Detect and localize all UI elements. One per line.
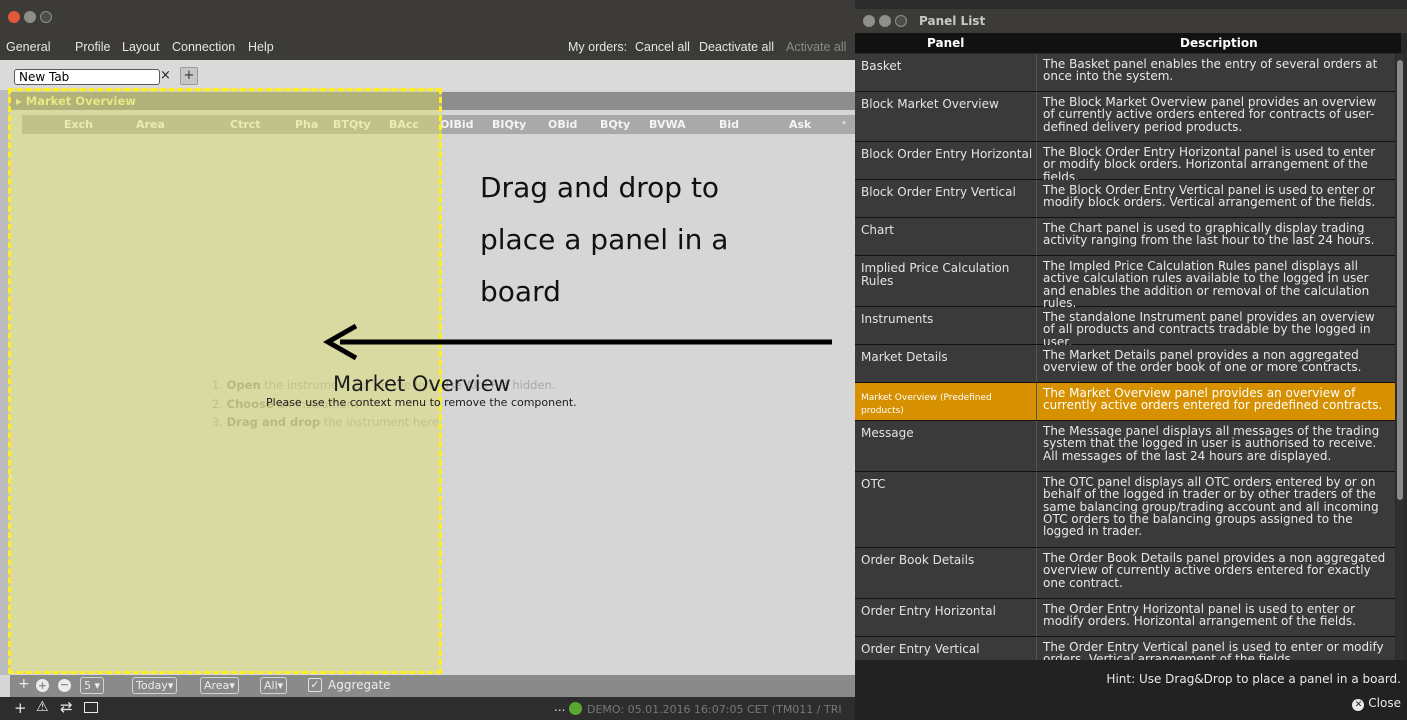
status-text: DEMO: 05.01.2016 16:07:05 CET (TM011 / T…: [587, 703, 842, 716]
cancel-all-button[interactable]: Cancel all: [635, 40, 690, 54]
table-row[interactable]: Order Entry Vertical The Order Entry Vert…: [855, 637, 1395, 660]
table-row[interactable]: Implied Price Calculation Rules The Imple…: [855, 256, 1395, 309]
panel-list-table: Basket The Basket panel enables the entry…: [855, 54, 1395, 660]
activate-all-button[interactable]: Activate all: [786, 40, 846, 54]
left-arrow-icon: [322, 323, 832, 361]
panel-list-titlebar: Panel List: [855, 9, 1407, 33]
table-row[interactable]: Chart The Chart panel is used to graphica…: [855, 218, 1395, 256]
table-row[interactable]: Market Details The Market Details panel p…: [855, 345, 1395, 383]
area-select[interactable]: Area▾: [200, 677, 239, 694]
table-row[interactable]: OTC The OTC panel displays all OTC orders…: [855, 472, 1395, 548]
transfer-icon[interactable]: ⇄: [60, 698, 73, 716]
status-ellipsis: ...: [554, 700, 566, 714]
column-panel[interactable]: Panel: [927, 36, 964, 50]
drag-drop-hint: Hint: Use Drag&Drop to place a panel in …: [1106, 672, 1401, 686]
menu-profile[interactable]: Profile: [75, 40, 110, 54]
drag-drop-annotation: Drag and drop to place a panel in a boar…: [480, 171, 729, 308]
desktop: General Profile Layout Connection Help M…: [0, 0, 1407, 720]
table-row[interactable]: Order Entry Horizontal The Order Entry Ho…: [855, 599, 1395, 637]
close-circle-icon: ✕: [1352, 699, 1365, 711]
table-row[interactable]: Basket The Basket panel enables the entry…: [855, 54, 1395, 92]
menu-help[interactable]: Help: [248, 40, 274, 54]
panel-list-footer: Hint: Use Drag&Drop to place a panel in …: [855, 660, 1407, 720]
table-row[interactable]: Message The Message panel displays all me…: [855, 421, 1395, 472]
panel-list-close-icon[interactable]: [863, 15, 875, 27]
table-row-selected[interactable]: Market Overview (Predefined products) The…: [855, 383, 1395, 421]
table-row[interactable]: Block Order Entry Horizontal The Block Or…: [855, 142, 1395, 183]
table-row[interactable]: Order Book Details The Order Book Details…: [855, 548, 1395, 599]
menu-connection[interactable]: Connection: [172, 40, 235, 54]
main-window: General Profile Layout Connection Help M…: [0, 0, 855, 720]
table-row[interactable]: Block Order Entry Vertical The Block Orde…: [855, 180, 1395, 218]
table-row[interactable]: Instruments The standalone Instrument pan…: [855, 307, 1395, 348]
status-bar: + ⚠ ⇄ ... DEMO: 05.01.2016 16:07:05 CET …: [0, 697, 855, 720]
panel-list-title: Panel List: [919, 14, 986, 28]
aggregate-label: Aggregate: [328, 678, 391, 692]
column-description[interactable]: Description: [1180, 36, 1258, 50]
column-config-icon[interactable]: ⁺: [841, 118, 847, 131]
close-button[interactable]: ✕ Close: [1352, 696, 1401, 711]
tab-name-input[interactable]: New Tab: [14, 69, 160, 85]
deactivate-all-button[interactable]: Deactivate all: [699, 40, 774, 54]
connection-status-icon: [569, 702, 582, 715]
drop-zone-label: Market Overview: [333, 372, 511, 396]
filter-select[interactable]: All▾: [260, 677, 288, 694]
column-oibid[interactable]: OIBid: [440, 118, 473, 131]
warning-icon[interactable]: ⚠: [36, 699, 49, 715]
panel-list-window: Panel List Panel Description Basket The B…: [855, 9, 1407, 720]
column-bid[interactable]: Bid: [719, 118, 739, 131]
window-close-icon[interactable]: [8, 11, 20, 23]
depth-select[interactable]: 5 ▾: [80, 677, 105, 694]
message-icon[interactable]: [84, 702, 98, 713]
panel-list-maximize-icon[interactable]: [895, 15, 907, 27]
plus-circle-icon[interactable]: +: [36, 679, 49, 692]
minus-circle-icon[interactable]: −: [58, 679, 71, 692]
panel-footer-toolbar: + + − 5 ▾ Today▾ Area▾ All▾ ✓ Aggregate: [10, 675, 855, 697]
scrollbar-thumb[interactable]: [1397, 60, 1403, 500]
column-bvwa[interactable]: BVWA: [649, 118, 686, 131]
column-biqty[interactable]: BIQty: [492, 118, 526, 131]
period-select[interactable]: Today▾: [132, 677, 178, 694]
aggregate-checkbox[interactable]: ✓: [308, 678, 322, 692]
column-ask[interactable]: Ask: [789, 118, 811, 131]
column-bqty[interactable]: BQty: [600, 118, 630, 131]
my-orders-label: My orders:: [568, 40, 628, 54]
window-maximize-icon[interactable]: [40, 11, 52, 23]
main-titlebar: [0, 0, 855, 36]
menubar: General Profile Layout Connection Help M…: [0, 36, 855, 60]
add-row-icon[interactable]: +: [18, 676, 30, 692]
add-icon[interactable]: +: [14, 699, 27, 717]
panel-list-header: Panel Description: [855, 33, 1401, 53]
panel-list-scrollbar[interactable]: [1396, 54, 1404, 660]
window-minimize-icon[interactable]: [24, 11, 36, 23]
column-obid[interactable]: OBid: [548, 118, 577, 131]
table-row[interactable]: Block Market Overview The Block Market Ov…: [855, 92, 1395, 142]
menu-layout[interactable]: Layout: [122, 40, 160, 54]
add-tab-button[interactable]: +: [180, 67, 198, 85]
panel-list-minimize-icon[interactable]: [879, 15, 891, 27]
menu-general[interactable]: General: [6, 40, 50, 54]
drop-zone-hint: Please use the context menu to remove th…: [266, 396, 577, 409]
tab-close-icon[interactable]: ×: [160, 68, 171, 83]
